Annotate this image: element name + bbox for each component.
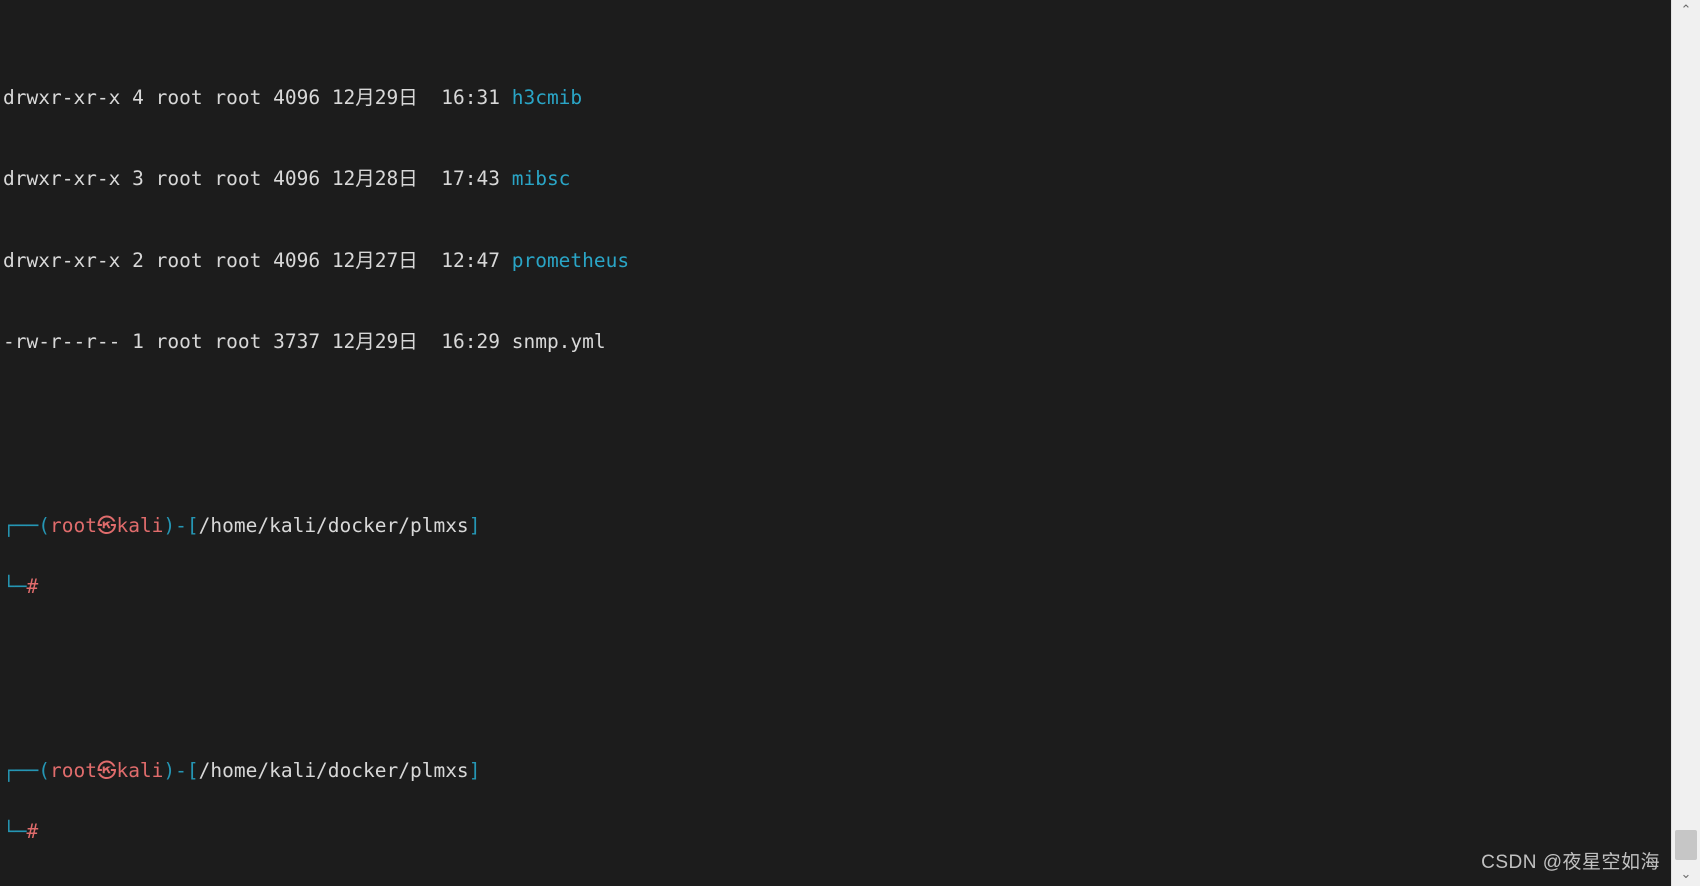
file-group: root (214, 249, 261, 272)
file-time: 12:47 (441, 249, 500, 272)
prompt-box-bottom: └─ (3, 575, 26, 598)
file-name: snmp.yml (512, 330, 606, 353)
prompt-line-top: ┌──(root㉿kali)-[/home/kali/docker/plmxs] (3, 516, 1672, 536)
prompt-user: root (50, 759, 97, 782)
prompt-sep: )-[ (163, 514, 198, 537)
file-links: 3 (132, 167, 144, 190)
file-date: 12月29日 (332, 330, 418, 353)
prompt-host: kali (116, 514, 163, 537)
prompt-box-top: ┌──( (3, 514, 50, 537)
file-owner: root (156, 249, 203, 272)
prompt-at-icon: ㉿ (97, 759, 117, 782)
file-row: drwxr-xr-x 4 root root 4096 12月29日 16:31… (3, 88, 1672, 108)
file-row: drwxr-xr-x 2 root root 4096 12月27日 12:47… (3, 251, 1672, 271)
file-date: 12月29日 (332, 86, 418, 109)
prompt-line-top: ┌──(root㉿kali)-[/home/kali/docker/plmxs] (3, 761, 1672, 781)
prompt-sep: )-[ (163, 759, 198, 782)
file-perms: drwxr-xr-x (3, 86, 120, 109)
prompt-host: kali (116, 759, 163, 782)
file-time: 17:43 (441, 167, 500, 190)
scrollbar-thumb[interactable] (1675, 830, 1697, 860)
prompt-path: /home/kali/docker/plmxs (199, 514, 469, 537)
prompt-path: /home/kali/docker/plmxs (199, 759, 469, 782)
file-time: 16:31 (441, 86, 500, 109)
prompt-hash: # (26, 575, 38, 598)
prompt-bracket-close: ] (469, 514, 481, 537)
csdn-watermark: CSDN @夜星空如海 (1481, 847, 1660, 874)
file-name: mibsc (512, 167, 571, 190)
file-perms: drwxr-xr-x (3, 249, 120, 272)
file-date: 12月27日 (332, 249, 418, 272)
file-name: h3cmib (512, 86, 582, 109)
file-owner: root (156, 330, 203, 353)
scroll-down-icon[interactable]: ⌄ (1672, 864, 1700, 886)
file-group: root (214, 330, 261, 353)
file-owner: root (156, 167, 203, 190)
file-date: 12月28日 (332, 167, 418, 190)
scroll-up-icon[interactable]: ⌃ (1672, 0, 1700, 22)
file-links: 2 (132, 249, 144, 272)
file-row: drwxr-xr-x 3 root root 4096 12月28日 17:43… (3, 169, 1672, 189)
spacer (3, 659, 1672, 679)
file-name: prometheus (512, 249, 629, 272)
prompt-box-top: ┌──( (3, 759, 50, 782)
prompt-at-icon: ㉿ (97, 514, 117, 537)
prompt-hash: # (26, 820, 38, 843)
prompt-bracket-close: ] (469, 759, 481, 782)
file-size: 4096 (273, 86, 320, 109)
prompt-user: root (50, 514, 97, 537)
spacer (3, 414, 1672, 434)
file-size: 3737 (273, 330, 320, 353)
prompt-line-bottom: └─# (3, 822, 1672, 842)
prompt-box-bottom: └─ (3, 820, 26, 843)
file-perms: -rw-r--r-- (3, 330, 120, 353)
vertical-scrollbar[interactable]: ⌃ ⌄ (1671, 0, 1700, 886)
file-time: 16:29 (441, 330, 500, 353)
file-group: root (214, 86, 261, 109)
file-owner: root (156, 86, 203, 109)
file-row: -rw-r--r-- 1 root root 3737 12月29日 16:29… (3, 332, 1672, 352)
terminal-window: drwxr-xr-x 4 root root 4096 12月29日 16:31… (0, 0, 1700, 886)
prompt-line-bottom: └─# (3, 577, 1672, 597)
file-size: 4096 (273, 167, 320, 190)
terminal-output[interactable]: drwxr-xr-x 4 root root 4096 12月29日 16:31… (0, 0, 1672, 886)
file-size: 4096 (273, 249, 320, 272)
file-links: 1 (132, 330, 144, 353)
file-links: 4 (132, 86, 144, 109)
file-group: root (214, 167, 261, 190)
file-perms: drwxr-xr-x (3, 167, 120, 190)
